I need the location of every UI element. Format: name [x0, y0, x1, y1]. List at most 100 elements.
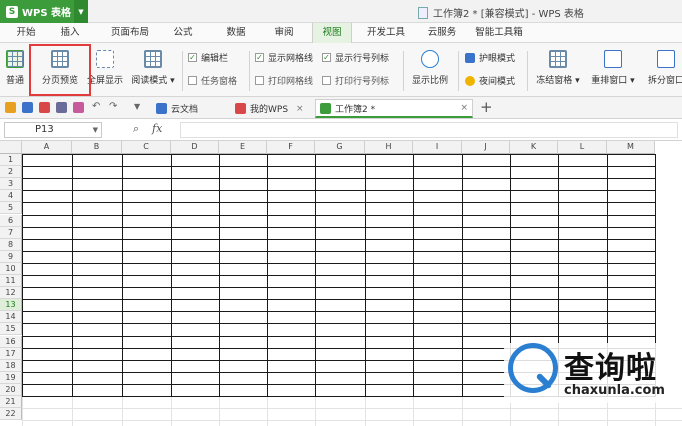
magnifier-icon[interactable]: ⌕ [133, 122, 139, 136]
eye-protection-button[interactable]: 护眼模式 [465, 51, 515, 64]
tab-home[interactable]: 开始 [6, 23, 46, 43]
arrange-windows-button[interactable]: 重排窗口 ▾ [587, 46, 639, 94]
row-header[interactable]: 9 [0, 250, 22, 263]
grid-column-line [219, 396, 220, 426]
grid-row-line [22, 311, 656, 313]
show-gridlines-checkbox[interactable]: ✓ 显示网格线 [255, 51, 313, 64]
row-header[interactable]: 13 [0, 299, 22, 312]
row-header[interactable]: 11 [0, 275, 22, 288]
workbook-tab[interactable]: 工作簿2 * × [315, 99, 473, 118]
row-header[interactable]: 8 [0, 238, 22, 251]
grid-row-line [22, 202, 656, 204]
save-icon[interactable] [22, 102, 33, 113]
grid-row-line [22, 226, 656, 228]
grid-row-line [22, 408, 682, 410]
tab-cloud[interactable]: 云服务 [420, 23, 464, 43]
column-header[interactable]: G [315, 141, 365, 154]
tab-formula[interactable]: 公式 [163, 23, 203, 43]
row-header[interactable]: 19 [0, 371, 22, 384]
window-title-text: 工作簿2 * [兼容模式] - WPS 表格 [433, 9, 584, 20]
column-header[interactable]: A [22, 141, 72, 154]
split-window-icon [657, 50, 675, 68]
row-header[interactable]: 10 [0, 262, 22, 275]
row-header[interactable]: 14 [0, 311, 22, 324]
chevron-down-icon[interactable]: ▼ [74, 0, 88, 23]
grid-column-line [171, 396, 172, 426]
function-fx-icon[interactable]: fx [152, 122, 162, 135]
open-folder-icon[interactable] [5, 102, 16, 113]
tab-review[interactable]: 审阅 [264, 23, 304, 43]
task-pane-checkbox[interactable]: 任务窗格 [188, 74, 237, 87]
checkbox-checked-icon: ✓ [322, 53, 331, 62]
print-icon[interactable] [56, 102, 67, 113]
column-header[interactable]: K [510, 141, 558, 154]
grid-column-line [462, 396, 463, 426]
column-header[interactable]: J [462, 141, 510, 154]
menu-tabs: 开始 插入 页面布局 公式 数据 审阅 视图 开发工具 云服务 智能工具箱 [0, 23, 682, 43]
redo-icon[interactable]: ↷ [109, 102, 120, 113]
reading-mode-button[interactable]: 阅读模式 ▾ [128, 46, 178, 94]
new-tab-plus-icon[interactable]: + [480, 98, 493, 116]
close-icon[interactable]: × [296, 104, 304, 114]
undo-icon[interactable]: ↶ [92, 102, 103, 113]
my-wps-tab[interactable]: 我的WPS × [231, 99, 304, 118]
print-gridlines-checkbox[interactable]: 打印网格线 [255, 74, 313, 87]
row-header[interactable]: 2 [0, 166, 22, 179]
select-all-corner[interactable] [0, 141, 22, 154]
cloud-docs-tab[interactable]: 云文档 [152, 99, 198, 118]
column-header[interactable]: E [219, 141, 267, 154]
column-header[interactable]: M [607, 141, 655, 154]
row-header[interactable]: 3 [0, 178, 22, 191]
column-header[interactable]: L [558, 141, 607, 154]
night-mode-button[interactable]: 夜间模式 [465, 74, 515, 87]
show-row-col-headers-checkbox[interactable]: ✓ 显示行号列标 [322, 51, 389, 64]
row-header[interactable]: 15 [0, 323, 22, 336]
print-preview-icon[interactable] [73, 102, 84, 113]
column-header[interactable]: C [122, 141, 171, 154]
row-header[interactable]: 5 [0, 202, 22, 215]
row-header[interactable]: 4 [0, 190, 22, 203]
arrange-windows-label: 重排窗口 ▾ [591, 76, 635, 86]
column-header[interactable]: H [365, 141, 413, 154]
tab-page-layout[interactable]: 页面布局 [102, 23, 158, 43]
chevron-down-icon[interactable]: ▼ [93, 123, 98, 137]
wps-w-icon [235, 103, 246, 114]
tab-data[interactable]: 数据 [216, 23, 256, 43]
close-icon[interactable]: × [460, 103, 468, 113]
export-pdf-icon[interactable] [39, 102, 50, 113]
row-header[interactable]: 7 [0, 226, 22, 239]
normal-view-button[interactable]: 普通 [2, 46, 28, 94]
row-header[interactable]: 12 [0, 287, 22, 300]
row-header[interactable]: 6 [0, 214, 22, 227]
split-window-button[interactable]: 拆分窗口 [640, 46, 682, 94]
row-header[interactable]: 17 [0, 347, 22, 360]
arrange-windows-icon [604, 50, 622, 68]
tab-view[interactable]: 视图 [312, 23, 352, 43]
freeze-panes-button[interactable]: 冻结窗格 ▾ [532, 46, 584, 94]
tab-insert[interactable]: 插入 [50, 23, 90, 43]
formula-input[interactable] [180, 122, 678, 138]
app-menu-button[interactable]: S WPS 表格 ▼ [0, 0, 88, 23]
grid-row-line [22, 154, 656, 155]
row-header[interactable]: 20 [0, 383, 22, 396]
row-header[interactable]: 1 [0, 154, 22, 167]
zoom-button[interactable]: 显示比例 [408, 46, 452, 94]
print-row-col-headers-checkbox[interactable]: 打印行号列标 [322, 74, 389, 87]
grid-row-line [22, 238, 656, 240]
column-header[interactable]: F [267, 141, 315, 154]
row-header[interactable]: 22 [0, 408, 22, 421]
grid-row-line [22, 287, 656, 289]
watermark-site: chaxunla.com [564, 383, 665, 398]
shield-icon [465, 52, 475, 63]
column-header[interactable]: D [171, 141, 219, 154]
column-header[interactable]: I [413, 141, 462, 154]
column-header[interactable]: B [72, 141, 122, 154]
row-header[interactable]: 21 [0, 396, 22, 409]
row-header[interactable]: 16 [0, 335, 22, 348]
row-header[interactable]: 18 [0, 359, 22, 372]
tab-smart-tools[interactable]: 智能工具箱 [470, 23, 528, 43]
name-box[interactable]: P13 ▼ [4, 122, 102, 138]
customize-dropdown-icon[interactable]: ▼ [134, 102, 145, 113]
tab-developer[interactable]: 开发工具 [360, 23, 412, 43]
edit-bar-checkbox[interactable]: ✓ 编辑栏 [188, 51, 228, 64]
